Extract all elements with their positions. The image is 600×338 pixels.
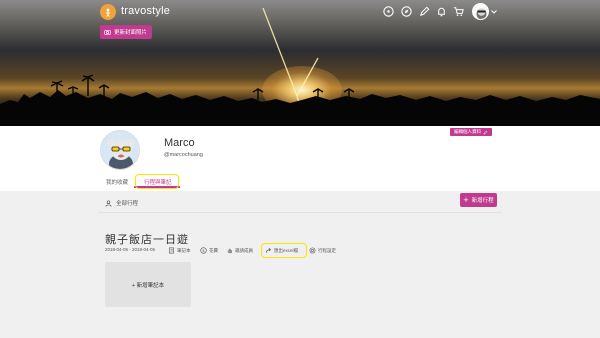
new-trip-label: 新增行程 — [471, 198, 494, 204]
notes-button[interactable]: 筆記本 — [168, 247, 191, 254]
cart-icon[interactable] — [452, 5, 465, 18]
lock-icon — [177, 234, 184, 242]
svg-text:$: $ — [202, 249, 205, 253]
edit-profile-label: 編輯個人資料 — [454, 129, 481, 134]
bell-icon[interactable] — [435, 5, 448, 18]
cover-photo — [0, 0, 600, 126]
content-divider — [98, 212, 502, 213]
logo-icon[interactable] — [100, 4, 116, 20]
edit-profile-button[interactable]: 編輯個人資料 — [450, 128, 492, 136]
user-avatar[interactable] — [472, 3, 489, 20]
trip-dates-label: 2018-04-05 - 2018-04-05 — [105, 247, 156, 252]
cost-button[interactable]: $ 花費 — [200, 247, 218, 254]
invite-members-label: 邀請成員 — [235, 247, 253, 253]
all-trips-filter[interactable]: 全部行程 — [105, 199, 138, 207]
tab-highlight-marker — [135, 174, 179, 189]
profile-handle: @marcochuang — [164, 152, 203, 158]
trip-settings-label: 行程設定 — [318, 247, 336, 253]
change-cover-label: 更新封面照片 — [114, 30, 148, 36]
person-icon — [105, 199, 112, 207]
hand-icon — [227, 248, 232, 254]
dollar-icon: $ — [200, 247, 207, 254]
explore-icon[interactable] — [400, 5, 413, 18]
compass-icon[interactable] — [382, 5, 395, 18]
profile-band — [0, 126, 600, 191]
notebook-icon — [169, 247, 174, 254]
tab-favorites[interactable]: 我的收藏 — [106, 178, 128, 186]
add-notebook-label: + 新增筆記本 — [131, 282, 165, 289]
invite-members-button[interactable]: 邀請成員 — [226, 247, 253, 254]
brand-name[interactable]: travostyle — [121, 5, 170, 17]
profile-avatar[interactable] — [100, 130, 140, 170]
camera-icon — [104, 29, 111, 35]
pencil-icon — [483, 130, 488, 135]
add-notebook-card[interactable]: + 新增筆記本 — [105, 262, 191, 307]
pen-icon[interactable] — [418, 5, 431, 18]
export-highlight-marker — [261, 243, 307, 258]
chevron-down-icon[interactable] — [490, 8, 498, 16]
change-cover-button[interactable]: 更新封面照片 — [100, 25, 153, 39]
profile-name: Marco — [164, 137, 195, 149]
settings-icon — [309, 247, 316, 254]
trip-dates: 2018-04-05 - 2018-04-05 — [105, 247, 155, 252]
new-trip-button[interactable]: + 新增行程 — [460, 193, 497, 207]
trip-settings-button[interactable]: 行程設定 — [309, 247, 336, 254]
cost-label: 花費 — [209, 247, 218, 253]
notes-label: 筆記本 — [177, 247, 191, 253]
plus-icon: + — [463, 194, 469, 205]
all-trips-label: 全部行程 — [116, 201, 139, 207]
cover-scene — [0, 7, 600, 126]
